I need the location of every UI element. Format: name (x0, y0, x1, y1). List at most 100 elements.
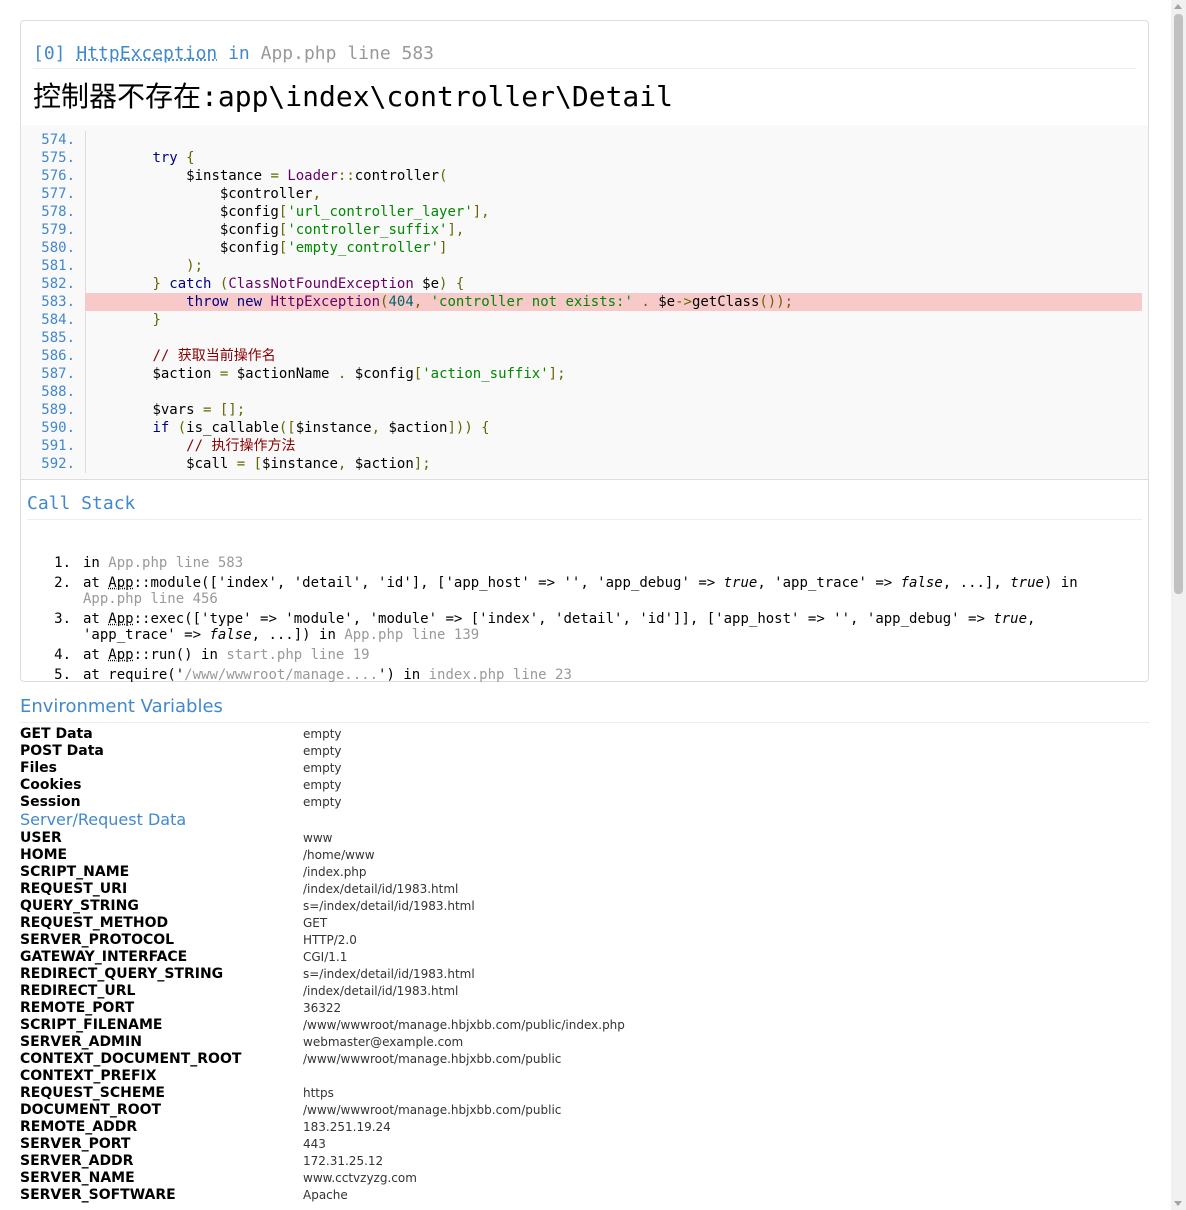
env-value: www (303, 831, 333, 845)
code-text: } (152, 312, 161, 328)
scroll-up-icon[interactable] (1174, 4, 1182, 9)
line-number: 582. (41, 276, 75, 292)
line-number: 589. (41, 402, 75, 418)
page-scrollbar[interactable] (1171, 0, 1186, 1210)
code-line: 589. $vars = []; (21, 401, 1142, 419)
env-key: CONTEXT_PREFIX (20, 1068, 157, 1084)
code-line: 581. ); (21, 257, 1142, 275)
exception-index: [0] (33, 43, 66, 64)
exception-line: line 583 (347, 43, 435, 64)
line-number: 581. (41, 258, 75, 274)
env-value: empty (303, 761, 342, 775)
code-line-highlighted: 583. throw new HttpException(404, 'contr… (21, 293, 1142, 311)
line-number: 584. (41, 312, 75, 328)
env-value: empty (303, 744, 342, 758)
code-text: $call = [$instance, $action]; (186, 456, 431, 472)
line-number: 575. (41, 150, 75, 166)
code-line: 584. } (21, 311, 1142, 329)
env-key: REDIRECT_QUERY_STRING (20, 966, 224, 982)
env-value: /index/detail/id/1983.html (303, 984, 459, 998)
header-divider (33, 68, 1136, 69)
env-key: SERVER_NAME (20, 1170, 135, 1186)
env-row: CONTEXT_DOCUMENT_ROOT/www/wwwroot/manage… (20, 1051, 1150, 1068)
code-line: 577. $controller, (21, 185, 1142, 203)
code-line: 582. } catch (ClassNotFoundException $e)… (21, 275, 1142, 293)
code-text: if (is_callable([$instance, $action])) { (152, 420, 490, 436)
env-row: GATEWAY_INTERFACE CGI/1.1 (20, 949, 1150, 966)
env-value: /www/wwwroot/manage.hbjxbb.com/public (303, 1103, 562, 1117)
env-title: Environment Variables (20, 696, 223, 717)
env-row: POST Data empty (20, 743, 1150, 760)
env-row: SERVER_ADMIN webmaster@example.com (20, 1034, 1150, 1051)
line-number: 585. (41, 330, 75, 346)
env-key: DOCUMENT_ROOT (20, 1102, 162, 1118)
class-abbr[interactable]: App (108, 575, 133, 591)
env-key: REDIRECT_URL (20, 983, 136, 999)
exception-class[interactable]: HttpException (76, 43, 217, 64)
env-row: SCRIPT_FILENAME/www/wwwroot/manage.hbjxb… (20, 1017, 1150, 1034)
source-code: 574. 575. try {576. $instance = Loader::c… (21, 125, 1148, 480)
code-line: 592. $call = [$instance, $action]; (21, 455, 1142, 473)
call-stack-divider (27, 519, 1142, 520)
exception-info: [0] HttpException in App.php line 583 (33, 43, 434, 64)
env-value: /www/wwwroot/manage.hbjxbb.com/public (303, 1052, 562, 1066)
env-key: Files (20, 760, 57, 776)
env-key: REQUEST_URI (20, 881, 128, 897)
env-row: Cookies empty (20, 777, 1150, 794)
code-line: 591. // 执行操作方法 (21, 437, 1142, 455)
env-key: SERVER_PROTOCOL (20, 932, 175, 948)
line-number: 591. (41, 438, 75, 454)
exception-in: in (228, 43, 250, 64)
class-abbr[interactable]: App (108, 611, 133, 627)
env-divider (20, 722, 1150, 723)
env-key: SCRIPT_FILENAME (20, 1017, 163, 1033)
code-text: $instance = Loader::controller( (186, 168, 448, 184)
code-text: $action = $actionName . $config['action_… (152, 366, 566, 382)
env-row: HOME/home/www (20, 847, 1150, 864)
env-row: REDIRECT_QUERY_STRING s=/index/detail/id/… (20, 966, 1150, 983)
env-value: empty (303, 778, 342, 792)
env-value: HTTP/2.0 (303, 933, 357, 947)
code-line: 579. $config['controller_suffix'], (21, 221, 1142, 239)
env-value: /index.php (303, 865, 367, 879)
code-text: ); (186, 258, 204, 274)
env-value: webmaster@example.com (303, 1035, 464, 1049)
scroll-down-icon[interactable] (1174, 1201, 1182, 1206)
env-key: USER (20, 830, 62, 846)
env-row: SCRIPT_NAME/index.php (20, 864, 1150, 881)
code-line: 590. if (is_callable([$instance, $action… (21, 419, 1142, 437)
env-value: /index/detail/id/1983.html (303, 882, 459, 896)
env-key: Cookies (20, 777, 82, 793)
env-value: s=/index/detail/id/1983.html (303, 967, 475, 981)
env-value: GET (303, 916, 328, 930)
env-value: https (303, 1086, 334, 1100)
env-row: REQUEST_SCHEME https (20, 1085, 1150, 1102)
env-value: empty (303, 795, 342, 809)
scroll-thumb[interactable] (1174, 14, 1183, 594)
env-key: SERVER_ADDR (20, 1153, 134, 1169)
env-row: USER www (20, 830, 1150, 847)
code-text: $controller, (219, 186, 322, 202)
code-text: $config['empty_controller'] (219, 240, 448, 256)
exception-panel: [0] HttpException in App.php line 583 控制… (20, 20, 1149, 683)
line-number: 579. (41, 222, 75, 238)
env-row: SERVER_ADDR 172.31.25.12 (20, 1153, 1150, 1170)
env-row: REMOTE_ADDR 183.251.19.24 (20, 1119, 1150, 1136)
env-key: REQUEST_METHOD (20, 915, 169, 931)
env-key: Session (20, 794, 81, 810)
env-row: QUERY_STRING s=/index/detail/id/1983.html (20, 898, 1150, 915)
code-text: $config['controller_suffix'], (219, 222, 465, 238)
code-text: $vars = []; (152, 402, 246, 418)
env-row: GET Data empty (20, 726, 1150, 743)
code-text: $config['url_controller_layer'], (219, 204, 490, 220)
call-stack: Call Stack 1. in App.php line 583 2. at App… (21, 479, 1148, 683)
line-number: 587. (41, 366, 75, 382)
env-row: SERVER_SOFTWARE Apache (20, 1187, 1150, 1204)
env-row: REMOTE_PORT 36322 (20, 1000, 1150, 1017)
line-number: 580. (41, 240, 75, 256)
env-key: SERVER_SOFTWARE (20, 1187, 176, 1203)
env-key: QUERY_STRING (20, 898, 139, 914)
class-abbr[interactable]: App (108, 647, 133, 663)
env-value: 443 (303, 1137, 326, 1151)
env-row: SERVER_NAME www.cctvzyzg.com (20, 1170, 1150, 1187)
